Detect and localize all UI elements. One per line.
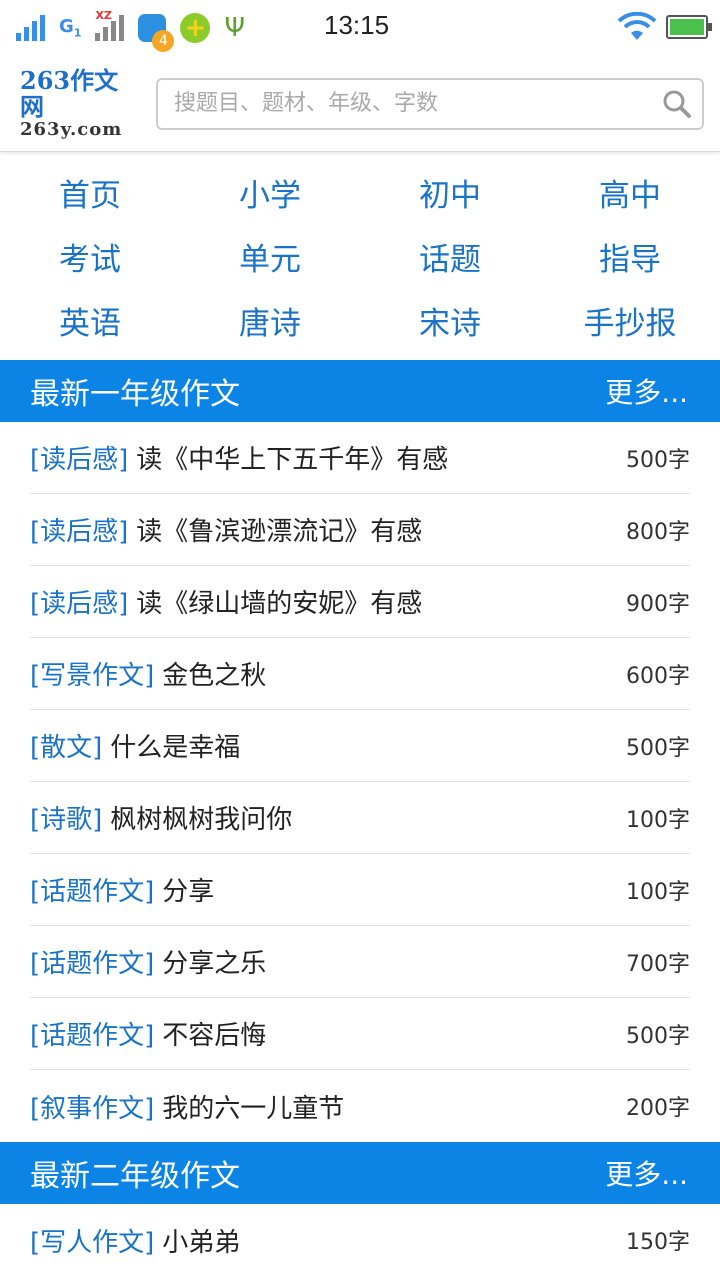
- usb-icon: Ψ: [224, 13, 245, 43]
- list-item[interactable]: [散文] 什么是幸福 500字: [30, 710, 690, 782]
- list-item[interactable]: [诗歌] 枫树枫树我问你 100字: [30, 782, 690, 854]
- nav-item-unit[interactable]: 单元: [180, 224, 360, 288]
- item-title[interactable]: 读《中华上下五千年》有感: [136, 439, 626, 476]
- item-category[interactable]: [话题作文]: [30, 871, 154, 908]
- logo-main-text: 263作文网: [20, 65, 119, 121]
- list-item[interactable]: [话题作文] 不容后悔 500字: [30, 998, 690, 1070]
- item-category[interactable]: [读后感]: [30, 583, 128, 620]
- nav-item-handwritten-newspaper[interactable]: 手抄报: [540, 288, 720, 352]
- battery-icon: [666, 15, 712, 39]
- item-word-count: 100字: [626, 807, 690, 833]
- item-category[interactable]: [叙事作文]: [30, 1088, 154, 1125]
- nav-item-senior-high[interactable]: 高中: [540, 160, 720, 224]
- more-link[interactable]: 更多...: [605, 1153, 688, 1193]
- section-header: 最新一年级作文 更多...: [0, 360, 720, 422]
- list-item[interactable]: [叙事作文] 我的六一儿童节 200字: [30, 1070, 690, 1142]
- item-category[interactable]: [写景作文]: [30, 655, 154, 692]
- site-header: 263作文网 263y.com: [0, 56, 720, 152]
- list-item[interactable]: [读后感] 读《鲁滨逊漂流记》有感 800字: [30, 494, 690, 566]
- article-list: [读后感] 读《中华上下五千年》有感 500字 [读后感] 读《鲁滨逊漂流记》有…: [0, 422, 720, 1142]
- notification-badge: 4: [152, 30, 175, 52]
- section-grade-1: 最新一年级作文 更多... [读后感] 读《中华上下五千年》有感 500字 [读…: [0, 360, 720, 1142]
- item-word-count: 200字: [626, 1096, 690, 1121]
- item-word-count: 100字: [626, 879, 690, 905]
- nav-item-exam[interactable]: 考试: [0, 224, 180, 288]
- item-title[interactable]: 读《绿山墙的安妮》有感: [136, 583, 626, 620]
- list-item[interactable]: [话题作文] 分享 100字: [30, 854, 690, 926]
- list-item[interactable]: [读后感] 读《中华上下五千年》有感 500字: [30, 422, 690, 494]
- item-word-count: 500字: [626, 447, 690, 473]
- item-category[interactable]: [写人作文]: [30, 1222, 154, 1259]
- search-box[interactable]: [156, 77, 704, 130]
- nav-item-home[interactable]: 首页: [0, 160, 180, 224]
- item-title[interactable]: 我的六一儿童节: [162, 1088, 626, 1125]
- item-category[interactable]: [读后感]: [30, 511, 128, 548]
- search-input[interactable]: [174, 91, 662, 116]
- item-word-count: 900字: [626, 591, 690, 617]
- item-word-count: 700字: [626, 951, 690, 977]
- carrier-mark: XZ: [95, 9, 112, 22]
- search-icon[interactable]: [662, 89, 692, 119]
- item-title[interactable]: 小弟弟: [162, 1222, 626, 1259]
- list-item[interactable]: [话题作文] 分享之乐 700字: [30, 926, 690, 998]
- item-title[interactable]: 分享: [162, 871, 626, 908]
- item-category[interactable]: [诗歌]: [30, 799, 102, 836]
- category-nav: 首页 小学 初中 高中 考试 单元 话题 指导 英语 唐诗 宋诗 手抄报: [0, 152, 720, 352]
- item-title[interactable]: 金色之秋: [162, 655, 626, 692]
- nav-item-topic[interactable]: 话题: [360, 224, 540, 288]
- item-word-count: 600字: [626, 663, 690, 689]
- item-title[interactable]: 枫树枫树我问你: [110, 799, 626, 836]
- item-word-count: 150字: [626, 1230, 690, 1255]
- list-item[interactable]: [读后感] 读《绿山墙的安妮》有感 900字: [30, 566, 690, 638]
- section-header: 最新二年级作文 更多...: [0, 1142, 720, 1204]
- item-category[interactable]: [话题作文]: [30, 943, 154, 980]
- item-word-count: 500字: [626, 1023, 690, 1049]
- list-item[interactable]: [写景作文] 金色之秋 600字: [30, 638, 690, 710]
- wifi-icon: [617, 12, 657, 40]
- section-title: 最新一年级作文: [30, 377, 240, 412]
- item-word-count: 500字: [626, 735, 690, 761]
- clock: 13:15: [324, 10, 390, 40]
- item-title[interactable]: 读《鲁滨逊漂流记》有感: [136, 511, 626, 548]
- article-list: [写人作文] 小弟弟 150字: [0, 1204, 720, 1276]
- more-link[interactable]: 更多...: [605, 371, 688, 411]
- nav-item-tang-poetry[interactable]: 唐诗: [180, 288, 360, 352]
- item-word-count: 800字: [626, 519, 690, 545]
- status-bar: G1 XZ 4 + Ψ 13:15: [0, 0, 720, 56]
- item-title[interactable]: 什么是幸福: [110, 727, 626, 764]
- app-notification-icon: 4: [138, 14, 175, 52]
- section-grade-2: 最新二年级作文 更多... [写人作文] 小弟弟 150字: [0, 1142, 720, 1276]
- nav-item-song-poetry[interactable]: 宋诗: [360, 288, 540, 352]
- network-type-label: G1: [59, 16, 82, 40]
- item-title[interactable]: 不容后悔: [162, 1015, 626, 1052]
- logo-sub-text: 263y.com: [20, 118, 123, 140]
- nav-item-english[interactable]: 英语: [0, 288, 180, 352]
- item-title[interactable]: 分享之乐: [162, 943, 626, 980]
- security-app-icon: +: [180, 13, 211, 43]
- list-item[interactable]: [写人作文] 小弟弟 150字: [30, 1204, 690, 1276]
- site-logo[interactable]: 263作文网 263y.com: [20, 65, 138, 140]
- signal-strength-icon: [16, 15, 45, 41]
- nav-item-primary-school[interactable]: 小学: [180, 160, 360, 224]
- nav-item-guide[interactable]: 指导: [540, 224, 720, 288]
- item-category[interactable]: [散文]: [30, 727, 102, 764]
- item-category[interactable]: [话题作文]: [30, 1015, 154, 1052]
- nav-item-junior-high[interactable]: 初中: [360, 160, 540, 224]
- section-title: 最新二年级作文: [30, 1159, 240, 1194]
- item-category[interactable]: [读后感]: [30, 439, 128, 476]
